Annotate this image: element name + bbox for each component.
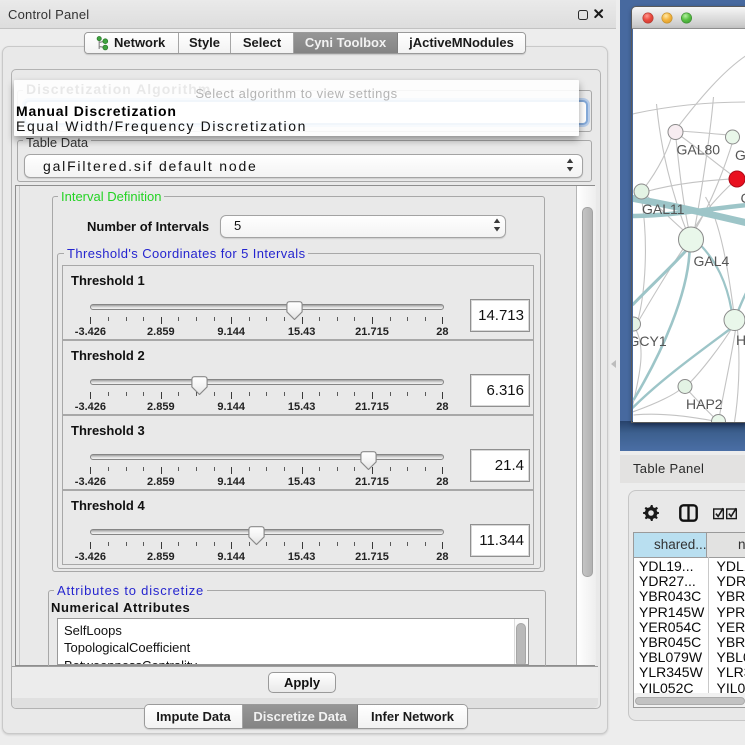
svg-text:HAP2: HAP2 bbox=[686, 396, 723, 412]
svg-text:GAL: GAL bbox=[735, 147, 745, 163]
svg-text:GAL11: GAL11 bbox=[642, 201, 685, 217]
svg-text:C: C bbox=[741, 190, 745, 206]
svg-text:GCY1: GCY1 bbox=[633, 333, 667, 349]
svg-text:GAL4: GAL4 bbox=[694, 253, 730, 269]
svg-text:GAL80: GAL80 bbox=[677, 142, 721, 158]
svg-text:H: H bbox=[736, 332, 745, 348]
